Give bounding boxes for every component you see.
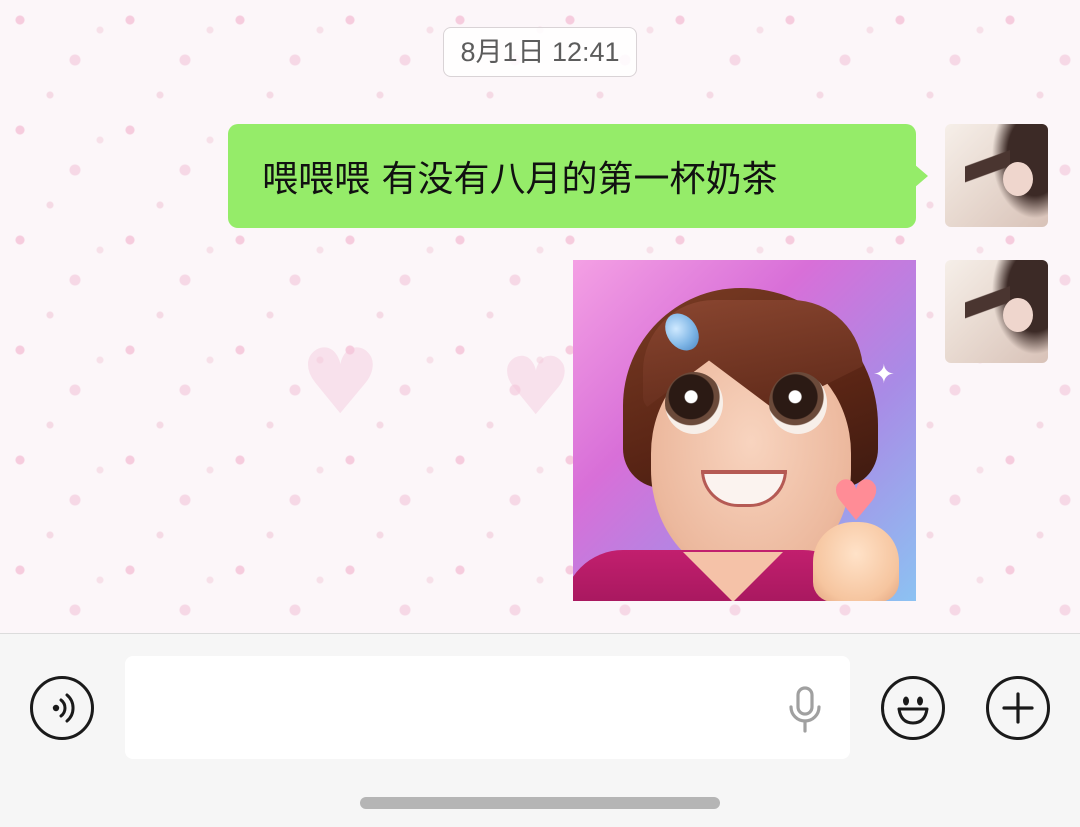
text-message-bubble[interactable]: 喂喂喂 有没有八月的第一杯奶茶 — [228, 124, 916, 228]
chat-message-area[interactable]: ♥ ♥ 8月1日 12:41 喂喂喂 有没有八月的第一杯奶茶 ♥ ✦ — [0, 0, 1080, 633]
message-text: 喂喂喂 有没有八月的第一杯奶茶 — [262, 159, 778, 200]
sparkle-icon: ✦ — [873, 360, 895, 390]
voice-icon — [52, 693, 75, 723]
sticker-character-eye — [769, 372, 827, 434]
finger-heart-hand — [813, 522, 899, 601]
sticker-message[interactable]: ♥ ✦ — [573, 260, 916, 601]
voice-input-button[interactable] — [30, 676, 94, 740]
home-indicator[interactable] — [360, 797, 720, 809]
plus-icon — [1002, 692, 1034, 724]
self-avatar[interactable] — [945, 124, 1048, 227]
message-text-input[interactable] — [143, 656, 767, 761]
background-heart-decoration: ♥ — [500, 340, 572, 433]
self-avatar[interactable] — [945, 260, 1048, 363]
chat-input-bar — [0, 633, 1080, 827]
bubble-tail — [914, 164, 928, 188]
sticker-character-eye — [665, 372, 723, 434]
microphone-icon[interactable] — [785, 686, 825, 734]
emoji-button[interactable] — [881, 676, 945, 740]
more-options-button[interactable] — [986, 676, 1050, 740]
emoji-icon — [897, 696, 929, 725]
message-input-field[interactable] — [125, 656, 850, 761]
message-timestamp: 8月1日 12:41 — [443, 27, 637, 77]
background-heart-decoration: ♥ — [300, 330, 381, 435]
